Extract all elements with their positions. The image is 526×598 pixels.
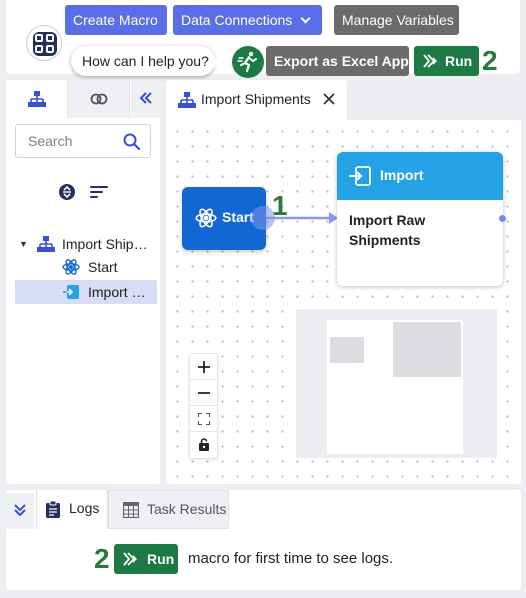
step-number-2-bottom: 2 <box>94 543 110 574</box>
double-chevron-down-icon <box>14 504 26 517</box>
run-button-inline[interactable]: Run <box>114 544 178 574</box>
import-node-header: Import <box>337 152 503 200</box>
macro-canvas[interactable]: Start 1 Import Import Raw Shipments <box>166 120 521 484</box>
bottom-panel: Logs Task Results 2 Run macro for first … <box>6 490 521 590</box>
collapse-left-panel-button[interactable] <box>131 80 160 118</box>
minimap-start-node <box>330 337 364 363</box>
tab-title: Import Shipments <box>201 91 311 107</box>
tab-tree[interactable] <box>6 80 68 118</box>
left-panel-tabs <box>6 80 160 118</box>
import-node[interactable]: Import Import Raw Shipments <box>337 152 503 286</box>
data-connections-button[interactable]: Data Connections <box>173 5 322 35</box>
search-box <box>15 124 151 158</box>
run-button[interactable]: Run <box>414 46 479 76</box>
minimap[interactable] <box>296 309 497 458</box>
zoom-controls <box>189 353 218 459</box>
zoom-in-button[interactable] <box>190 354 217 380</box>
lock-icon <box>198 438 209 451</box>
search-icon[interactable] <box>123 133 140 150</box>
manage-variables-label: Manage Variables <box>342 12 454 28</box>
expand-collapse-all-icon[interactable] <box>59 184 75 200</box>
atom-icon <box>195 208 217 228</box>
atom-icon <box>62 259 80 275</box>
chevron-down-icon <box>300 13 311 24</box>
step-number-2-top: 2 <box>482 45 498 76</box>
tab-task-results[interactable]: Task Results <box>108 490 229 529</box>
bottom-panel-tabs: Logs Task Results <box>6 490 521 529</box>
tree-tools <box>6 180 160 204</box>
minus-icon <box>197 392 210 394</box>
clipboard-icon <box>46 500 60 518</box>
import-output-port[interactable] <box>499 215 506 222</box>
create-macro-label: Create Macro <box>73 12 158 28</box>
tree-item-root[interactable]: ▼ Import Shipments <box>15 233 157 255</box>
hierarchy-icon <box>37 236 55 252</box>
start-node-label: Start <box>222 209 254 225</box>
zoom-out-button[interactable] <box>190 380 217 406</box>
tree-item-root-label: Import Shipments <box>62 236 152 252</box>
collapse-bottom-panel-button[interactable] <box>6 493 34 529</box>
lock-button[interactable] <box>190 432 217 458</box>
tab-task-results-label: Task Results <box>147 501 227 517</box>
tree-item-import-label: Import Raw Shipments <box>88 284 150 300</box>
import-icon <box>63 285 79 299</box>
canvas-tab-bar: Import Shipments <box>166 80 521 120</box>
import-node-type: Import <box>380 167 424 183</box>
tab-variables[interactable] <box>68 80 130 118</box>
tab-logs-label: Logs <box>69 500 100 516</box>
sort-icon[interactable] <box>90 185 108 199</box>
run-label: Run <box>445 53 473 69</box>
import-icon <box>349 166 371 186</box>
search-input[interactable] <box>16 125 116 157</box>
import-node-label: Import Raw Shipments <box>349 212 426 248</box>
create-macro-button[interactable]: Create Macro <box>65 5 167 35</box>
tree-item-import[interactable]: Import Raw Shipments <box>15 280 157 304</box>
step-number-1: 1 <box>272 190 288 221</box>
minimap-import-node <box>393 322 461 377</box>
canvas-panel: Import Shipments Start 1 Import Import R… <box>166 80 521 484</box>
help-prompt-text: How can I help you? <box>82 53 209 69</box>
run-inline-label: Run <box>147 551 175 567</box>
run-icon <box>423 54 437 68</box>
tree-item-start[interactable]: Start <box>15 256 157 278</box>
logs-message-text: macro for first time to see logs. <box>188 550 394 567</box>
top-toolbar: Create Macro Data Connections Manage Var… <box>6 0 520 78</box>
run-icon <box>123 552 137 566</box>
export-excel-label: Export as Excel App <box>274 53 409 69</box>
left-panel: ▼ Import Shipments Start Import Raw Ship… <box>6 80 160 484</box>
table-icon <box>123 502 139 518</box>
help-prompt-bubble[interactable]: How can I help you? <box>71 46 221 76</box>
link-rings-icon <box>90 93 108 105</box>
assistant-runner-icon[interactable] <box>232 46 264 78</box>
fit-view-button[interactable] <box>190 406 217 432</box>
double-chevron-left-icon <box>139 92 152 104</box>
tree-expand-caret-icon[interactable]: ▼ <box>19 233 28 255</box>
app-grid-icon[interactable] <box>26 25 62 61</box>
hierarchy-icon <box>28 91 46 107</box>
tab-import-shipments[interactable]: Import Shipments <box>166 80 347 120</box>
close-icon[interactable] <box>323 93 335 105</box>
export-excel-app-button[interactable]: Export as Excel App <box>266 46 409 76</box>
tree-item-start-label: Start <box>88 259 118 275</box>
tab-logs[interactable]: Logs <box>36 490 108 529</box>
fit-view-icon <box>196 412 211 426</box>
manage-variables-button[interactable]: Manage Variables <box>334 5 459 35</box>
data-connections-label: Data Connections <box>181 12 293 28</box>
hierarchy-icon <box>178 92 196 108</box>
plus-icon <box>197 361 210 373</box>
